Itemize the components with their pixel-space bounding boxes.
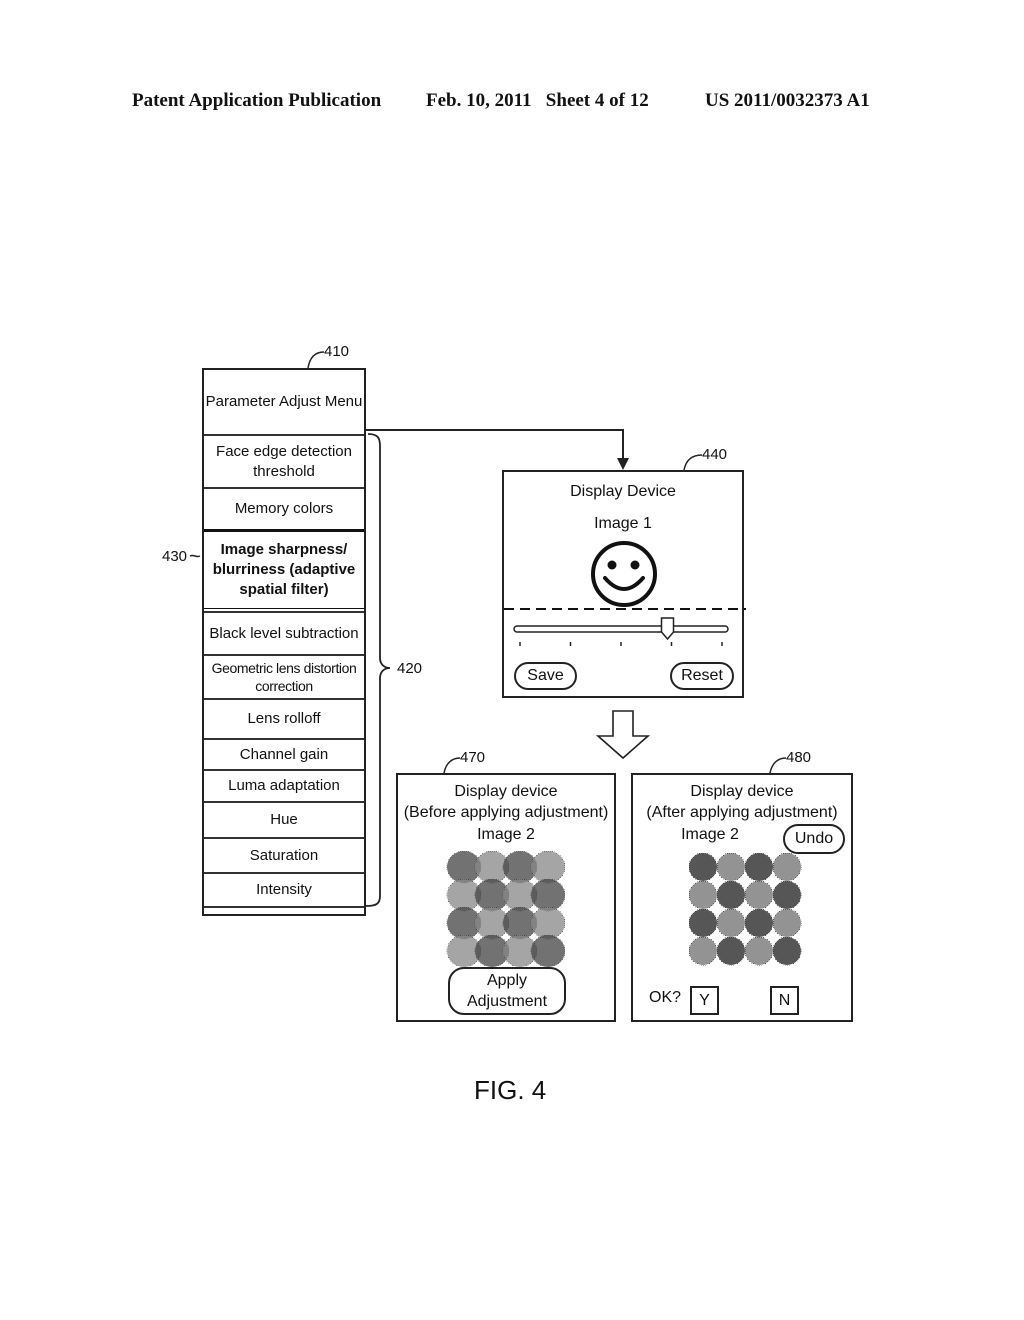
menu-item-empty [204,906,364,916]
menu-item-memory-colors[interactable]: Memory colors [204,487,364,529]
menu-item-black-level[interactable]: Black level subtraction [204,611,364,654]
slider-track [513,625,729,633]
image-ball [530,934,566,968]
menu-item-channel-gain[interactable]: Channel gain [204,738,364,769]
apply-label-1: Apply [486,972,528,989]
image-ball [744,880,774,910]
image-ball [530,906,566,940]
image-ball [716,936,746,966]
slider-thumb [660,617,675,641]
no-button[interactable]: N [770,986,799,1015]
menu-item-luma-adaptation[interactable]: Luma adaptation [204,769,364,801]
image-ball [688,936,718,966]
ref-410: 410 [324,343,350,360]
ok-prompt: OK? [649,989,682,1006]
menu-item-geometric-lens[interactable]: Geometric lens distortion correction [204,654,364,698]
brace-420 [365,433,391,907]
menu-item-face-edge[interactable]: Face edge detection threshold [204,434,364,487]
image-ball [772,908,802,938]
image-ball [530,850,566,884]
display-device-440: Display Device Image 1 Save Reset [502,470,746,698]
menu-item-intensity[interactable]: Intensity [204,872,364,906]
reset-button[interactable]: Reset [670,662,734,690]
menu-item-lens-rolloff[interactable]: Lens rolloff [204,698,364,738]
image-ball [716,852,746,882]
image-ball [688,880,718,910]
menu-to-display-line [366,429,624,462]
ref-470: 470 [460,749,486,766]
image-ball [716,908,746,938]
display-device-before: Display device (Before applying adjustme… [396,773,616,1022]
ref-480: 480 [786,749,812,766]
menu-item-hue[interactable]: Hue [204,801,364,837]
parameter-adjust-menu: Parameter Adjust Menu Face edge detectio… [202,368,366,916]
image-ball [772,936,802,966]
leader-430 [189,554,201,558]
save-button[interactable]: Save [514,662,577,690]
sharpened-image-2 [688,852,802,966]
image-ball [688,852,718,882]
menu-title: Parameter Adjust Menu [205,393,363,410]
image-ball [688,908,718,938]
image-ball [744,908,774,938]
leader-410 [307,351,325,369]
ref-420: 420 [397,660,423,677]
ref-440: 440 [702,446,728,463]
image-ball [716,880,746,910]
ref-430: 430 [162,548,188,565]
apply-label-2: Adjustment [466,993,548,1010]
menu-item-saturation[interactable]: Saturation [204,837,364,872]
menu-item-image-sharpness[interactable]: Image sharpness/ blurriness (adaptive sp… [204,529,364,609]
image-ball [772,852,802,882]
yes-button[interactable]: Y [690,986,719,1015]
image-ball [744,852,774,882]
image-ball [772,880,802,910]
arrowhead-icon [617,458,629,470]
figure-label: FIG. 4 [474,1075,547,1105]
leader-440 [683,454,703,471]
apply-adjustment-button[interactable]: Apply Adjustment [448,967,566,1015]
down-arrow-icon [595,710,651,760]
image-ball [744,936,774,966]
display-device-after: Display device (After applying adjustmen… [631,773,853,1022]
image-ball [530,878,566,912]
